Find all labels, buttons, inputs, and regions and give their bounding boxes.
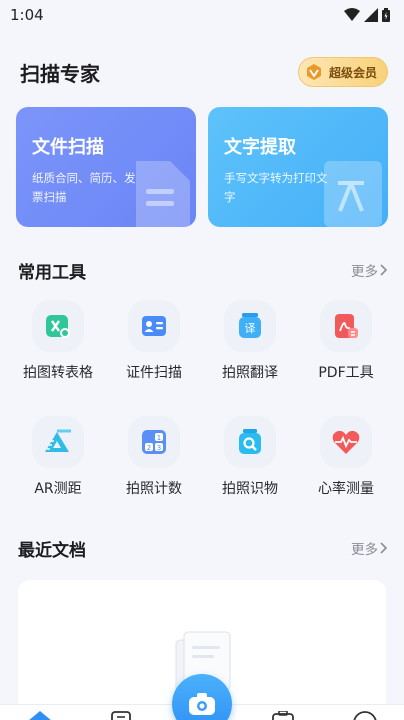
tool-label: 心率测量 (318, 481, 374, 497)
chevron-right-icon (380, 542, 388, 554)
tool-label: 拍照翻译 (222, 365, 278, 381)
home-tab-icon[interactable] (28, 711, 52, 720)
app-header: 扫描专家 超级会员 (0, 50, 404, 94)
tool-id-scan[interactable]: 证件扫描 (106, 300, 202, 394)
tools-section-header: 常用工具 更多 (0, 255, 404, 285)
file-scan-card[interactable]: 文件扫描 纸质合同、简历、发票扫描 (16, 107, 196, 227)
text-recognition-icon (324, 161, 382, 227)
text-extract-subtitle: 手写文字转为打印文字 (224, 171, 328, 204)
tool-photo-to-table[interactable]: 拍图转表格 (10, 300, 106, 394)
tool-label: 拍图转表格 (23, 365, 93, 381)
tool-label: PDF工具 (318, 365, 374, 381)
svg-text:2: 2 (147, 444, 151, 452)
tool-photo-translate[interactable]: 译 拍照翻译 (202, 300, 298, 394)
recent-section-title: 最近文档 (18, 540, 86, 561)
documents-tab-icon[interactable] (111, 711, 131, 720)
heart-rate-icon (332, 430, 360, 454)
vip-crown-icon (306, 64, 321, 80)
tool-pdf[interactable]: PDF工具 (298, 300, 394, 394)
file-scan-title: 文件扫描 (32, 137, 104, 158)
svg-text:译: 译 (245, 322, 256, 335)
tool-label: AR测距 (34, 481, 82, 497)
tool-ar-measure[interactable]: AR测距 (10, 416, 106, 510)
text-extract-title: 文字提取 (224, 137, 296, 158)
pdf-icon (335, 314, 358, 338)
tool-label: 拍照计数 (126, 481, 182, 497)
file-scan-subtitle: 纸质合同、简历、发票扫描 (32, 171, 136, 204)
tool-label: 证件扫描 (126, 365, 182, 381)
tool-label: 拍照识物 (222, 481, 278, 497)
document-icon (136, 161, 190, 227)
id-card-icon (142, 316, 166, 336)
status-time: 1:04 (10, 6, 44, 24)
status-bar: 1:04 (0, 0, 404, 30)
tool-photo-count[interactable]: 123 拍照计数 (106, 416, 202, 510)
profile-tab-icon[interactable] (353, 711, 377, 720)
text-extract-card[interactable]: 文字提取 手写文字转为打印文字 (208, 107, 388, 227)
tool-object-recognition[interactable]: 拍照识物 (202, 416, 298, 510)
page-title: 扫描专家 (20, 61, 100, 86)
ruler-icon (45, 429, 71, 452)
recent-section-header: 最近文档 更多 (0, 533, 404, 563)
toolbox-tab-icon[interactable] (272, 711, 294, 720)
recent-more-link[interactable]: 更多 (351, 538, 388, 558)
tools-grid: 拍图转表格 证件扫描 译 拍照翻译 PDF工具 AR测距 123 拍照计数 拍照 (0, 300, 404, 510)
vip-label: 超级会员 (328, 65, 377, 80)
excel-icon (46, 315, 70, 338)
object-search-icon (239, 429, 261, 454)
status-icons (344, 8, 390, 22)
counter-icon: 12 3 (142, 430, 166, 454)
chevron-right-icon (380, 264, 388, 276)
camera-icon (189, 693, 215, 715)
tools-more-label: 更多 (351, 264, 378, 280)
svg-text:1: 1 (157, 434, 161, 442)
recent-more-label: 更多 (351, 542, 378, 558)
svg-text:3: 3 (157, 444, 161, 452)
tools-more-link[interactable]: 更多 (351, 260, 388, 280)
feature-cards: 文件扫描 纸质合同、简历、发票扫描 文字提取 手写文字转为打印文字 (16, 107, 388, 227)
battery-icon (382, 8, 390, 22)
tool-heart-rate[interactable]: 心率测量 (298, 416, 394, 510)
tools-section-title: 常用工具 (18, 262, 86, 283)
wifi-icon (344, 8, 360, 21)
vip-button[interactable]: 超级会员 (297, 57, 388, 87)
translate-icon: 译 (239, 313, 261, 338)
signal-icon (364, 8, 378, 22)
